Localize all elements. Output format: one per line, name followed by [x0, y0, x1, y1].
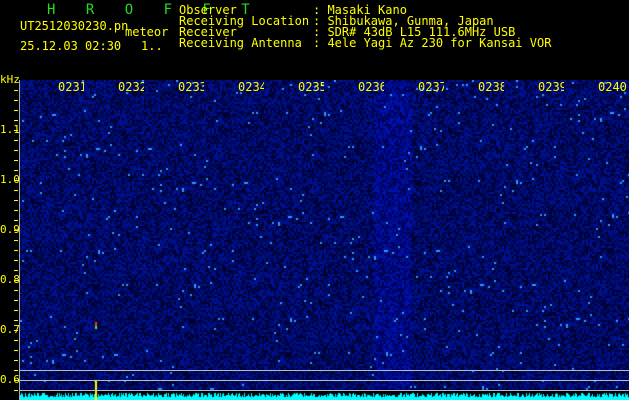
freq-tick [14, 120, 18, 121]
time-label: 0236 [358, 80, 384, 94]
time-label: 0237 [418, 80, 444, 94]
time-label: 0233 [178, 80, 204, 94]
freq-tick [14, 220, 18, 221]
freq-tick [14, 310, 18, 311]
marker-line [20, 380, 629, 381]
freq-tick [14, 160, 18, 161]
station-info-antenna: Receiving Antenna: 4ele Yagi Az 230 for … [179, 36, 552, 50]
freq-tick [14, 170, 18, 171]
marker-line [20, 390, 629, 391]
freq-tick [14, 200, 18, 201]
datetime: 25.12.03 02:30 [20, 39, 122, 53]
freq-tick [14, 280, 18, 281]
time-label: 0234 [238, 80, 264, 94]
freq-tick [14, 150, 18, 151]
time-label: 0240 [598, 80, 627, 94]
meteor-count: 1.. [141, 39, 163, 53]
freq-tick [14, 330, 18, 331]
freq-tick [14, 230, 18, 231]
freq-tick [14, 140, 18, 141]
marker-line [20, 370, 629, 371]
freq-tick [14, 240, 18, 241]
time-label: 0235 [298, 80, 324, 94]
freq-tick [14, 380, 18, 381]
freq-tick [14, 390, 18, 391]
file-name: UT2512030230.pn [20, 19, 129, 33]
freq-tick [14, 210, 18, 211]
freq-tick [14, 130, 18, 131]
freq-tick [14, 100, 18, 101]
freq-tick [14, 350, 18, 351]
freq-tick [14, 340, 18, 341]
freq-tick [14, 360, 18, 361]
freq-tick [14, 270, 18, 271]
freq-tick [14, 320, 18, 321]
freq-tick [14, 180, 18, 181]
spectrogram [20, 80, 629, 400]
freq-tick [14, 290, 18, 291]
freq-tick [14, 370, 18, 371]
time-label: 0232 [118, 80, 144, 94]
freq-tick [14, 90, 18, 91]
freq-tick [14, 260, 18, 261]
freq-tick [14, 190, 18, 191]
freq-tick [14, 110, 18, 111]
freq-tick [14, 250, 18, 251]
unit-label: kHz [0, 73, 20, 86]
mode-label: meteor [125, 25, 169, 39]
time-label: 0231 [58, 80, 84, 94]
time-label: 0238 [478, 80, 504, 94]
freq-tick [14, 300, 18, 301]
time-label: 0239 [538, 80, 564, 94]
